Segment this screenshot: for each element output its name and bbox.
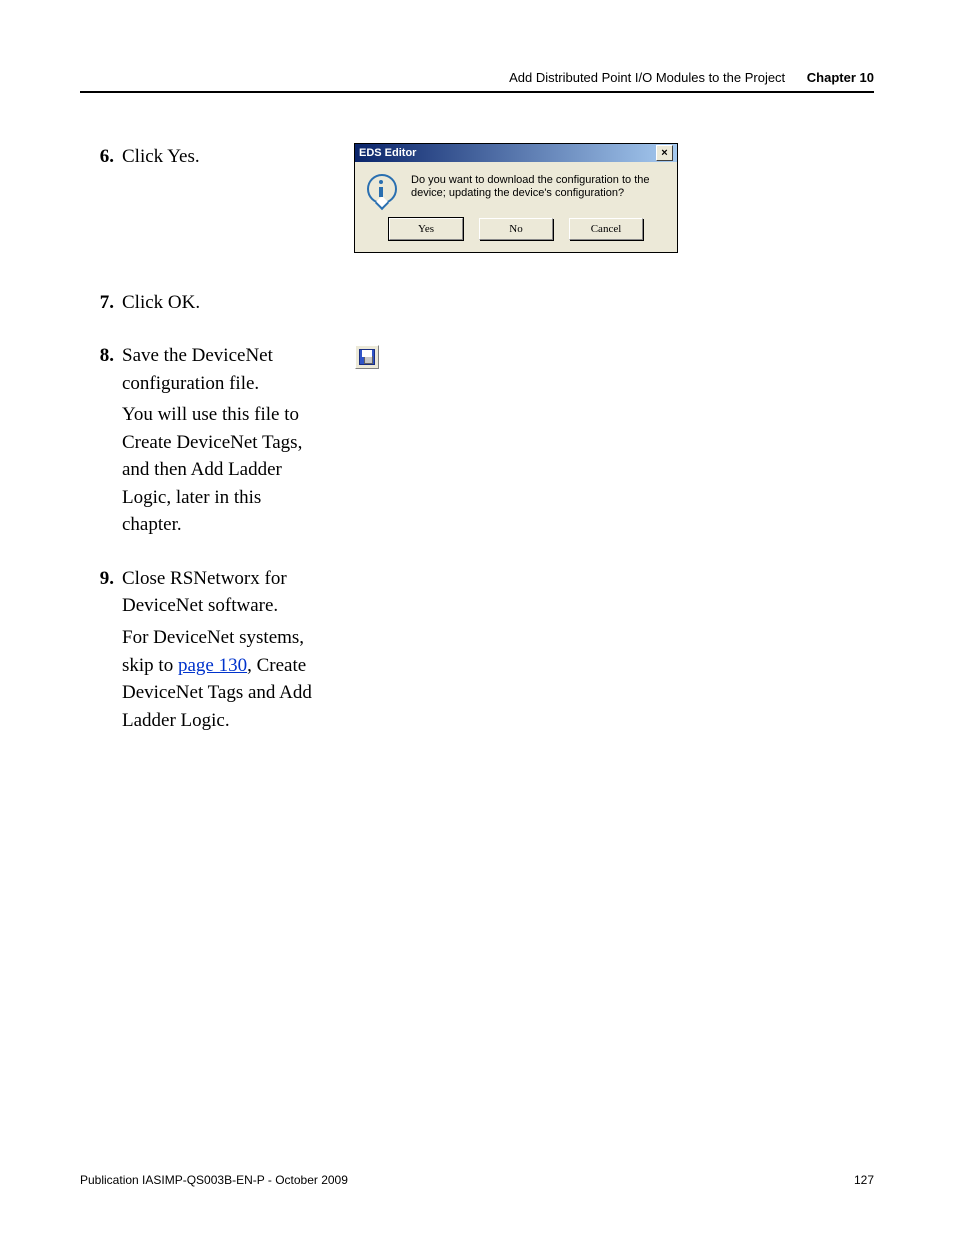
step-number: 6.	[80, 143, 122, 171]
step-text: Close RSNetworx for DeviceNet software.	[122, 568, 287, 617]
page-link[interactable]: page 130	[178, 655, 247, 676]
info-icon	[367, 174, 397, 204]
save-icon[interactable]	[355, 345, 379, 369]
list-item: 9. Close RSNetworx for DeviceNet softwar…	[80, 565, 874, 734]
header-section: Add Distributed Point I/O Modules to the…	[509, 70, 785, 85]
dialog-titlebar: EDS Editor ×	[355, 144, 677, 162]
eds-editor-dialog: EDS Editor × Do you want to download the…	[354, 143, 678, 253]
list-item: 7. Click OK.	[80, 289, 874, 317]
step-para: You will use this file to Create DeviceN…	[122, 401, 322, 539]
save-toolbar-icon-screenshot	[355, 345, 379, 369]
step-body: Save the DeviceNet configuration file. Y…	[122, 342, 322, 539]
dialog-message: Do you want to download the configuratio…	[411, 174, 667, 204]
step-text: Save the DeviceNet configuration file.	[122, 345, 273, 394]
page-footer: Publication IASIMP-QS003B-EN-P - October…	[80, 1173, 874, 1187]
cancel-button[interactable]: Cancel	[569, 218, 643, 240]
step-number: 8.	[80, 342, 122, 539]
step-number: 7.	[80, 289, 122, 317]
header-rule	[80, 91, 874, 93]
eds-editor-dialog-screenshot: EDS Editor × Do you want to download the…	[354, 143, 678, 253]
dialog-body: Do you want to download the configuratio…	[355, 162, 677, 210]
step-number: 9.	[80, 565, 122, 734]
step-text: Click Yes.	[122, 143, 322, 171]
dialog-buttons: Yes No Cancel	[355, 210, 677, 252]
page-header: Add Distributed Point I/O Modules to the…	[80, 70, 874, 85]
no-button[interactable]: No	[479, 218, 553, 240]
step-text: Click OK.	[122, 289, 322, 317]
list-item: 8. Save the DeviceNet configuration file…	[80, 342, 874, 539]
close-icon[interactable]: ×	[656, 145, 673, 161]
dialog-title: EDS Editor	[359, 144, 416, 162]
page-number: 127	[854, 1173, 874, 1187]
step-body: Close RSNetworx for DeviceNet software. …	[122, 565, 322, 734]
publication-id: Publication IASIMP-QS003B-EN-P - October…	[80, 1173, 348, 1187]
step-para: For DeviceNet systems, skip to page 130,…	[122, 624, 322, 734]
yes-button[interactable]: Yes	[389, 218, 463, 240]
header-chapter: Chapter 10	[807, 70, 874, 85]
